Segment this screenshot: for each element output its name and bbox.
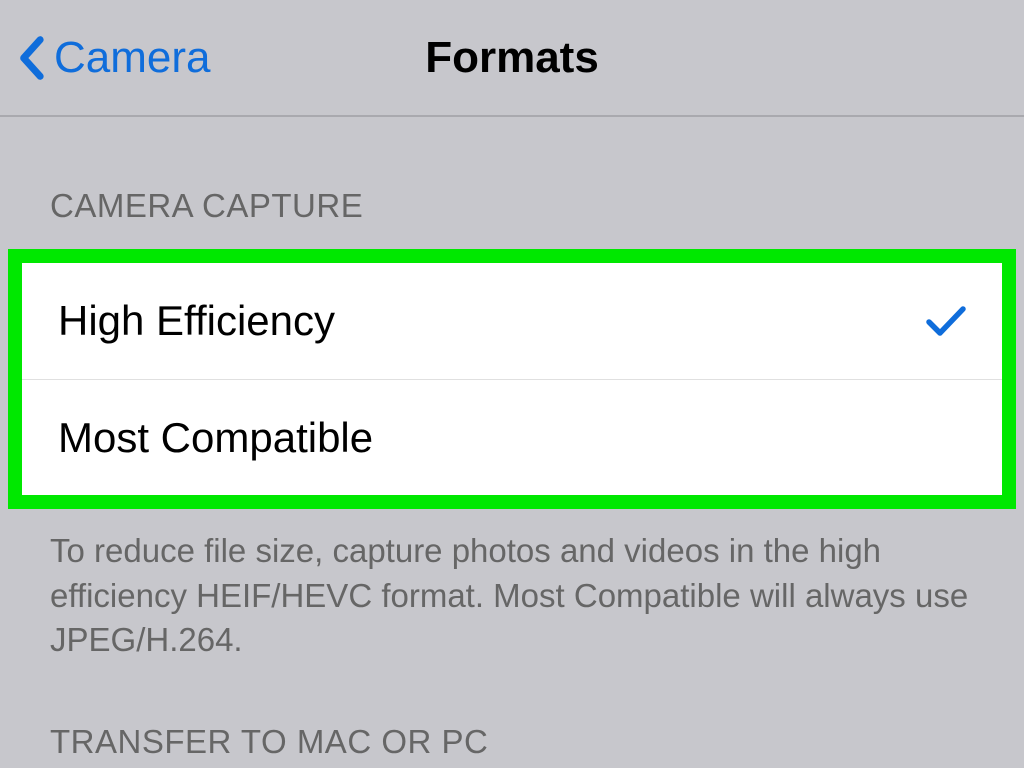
section-footer-camera-capture: To reduce file size, capture photos and … — [0, 509, 1024, 663]
section-header-camera-capture: CAMERA CAPTURE — [0, 187, 1024, 225]
back-label: Camera — [54, 33, 211, 83]
camera-capture-options: High Efficiency Most Compatible — [22, 263, 1002, 495]
option-most-compatible[interactable]: Most Compatible — [22, 379, 1002, 495]
back-button[interactable]: Camera — [18, 33, 211, 83]
option-high-efficiency[interactable]: High Efficiency — [22, 263, 1002, 379]
page-title: Formats — [425, 33, 599, 83]
highlight-annotation: High Efficiency Most Compatible — [8, 249, 1016, 509]
navbar: Camera Formats — [0, 0, 1024, 117]
option-label: High Efficiency — [58, 297, 335, 345]
checkmark-icon — [926, 304, 966, 338]
section-header-transfer: TRANSFER TO MAC OR PC — [0, 723, 1024, 761]
chevron-left-icon — [18, 36, 44, 80]
option-label: Most Compatible — [58, 414, 373, 462]
